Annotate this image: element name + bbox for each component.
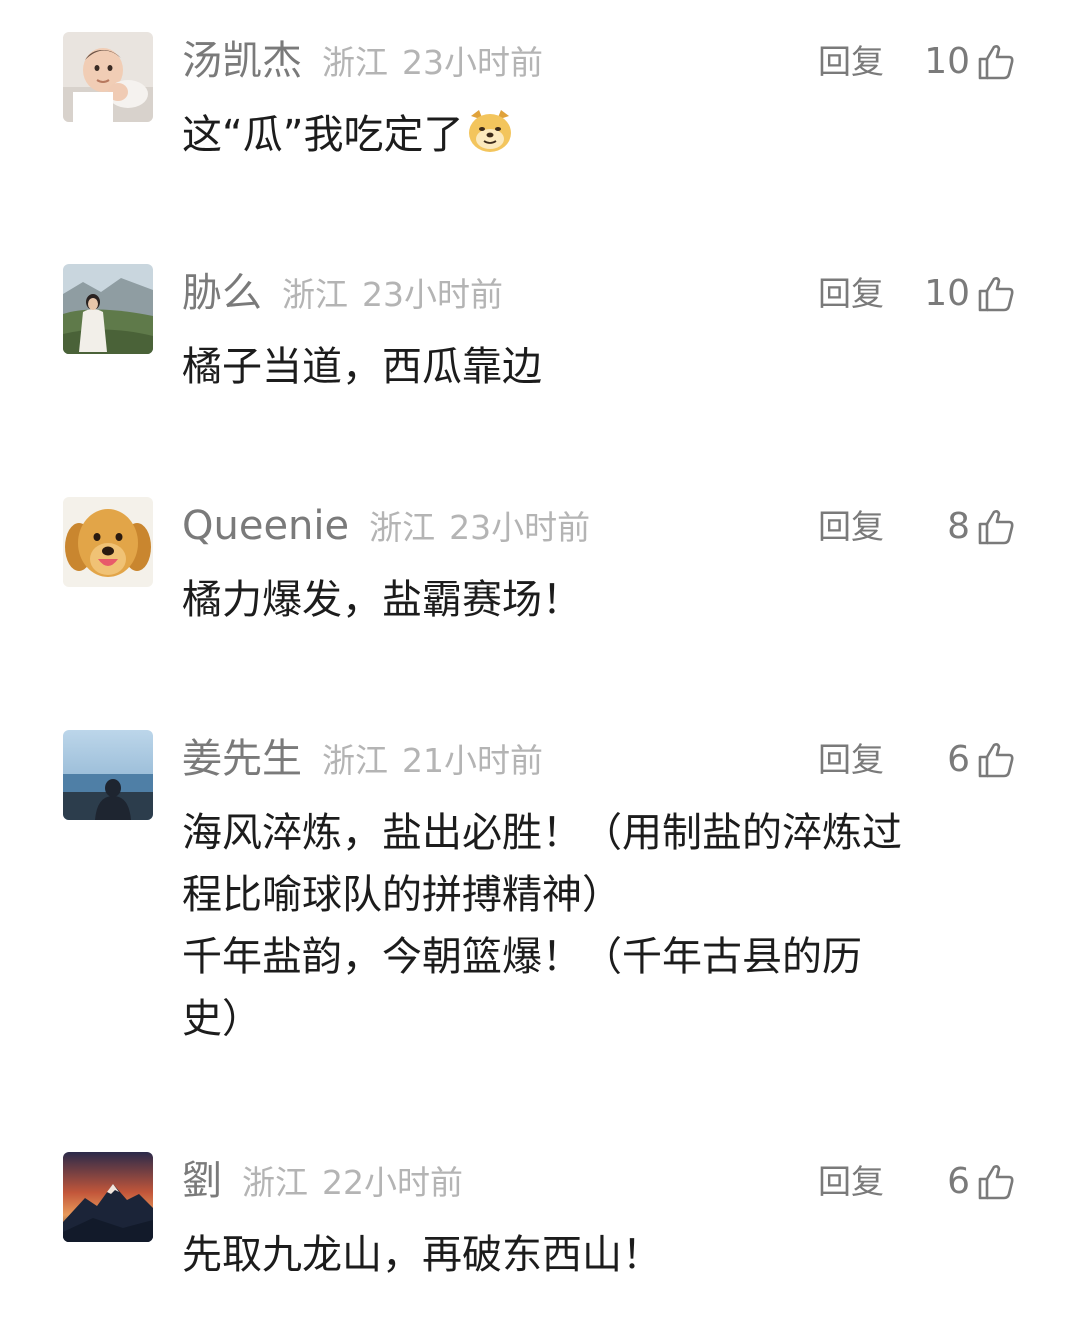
- golden-retriever-avatar: [63, 497, 153, 587]
- comment-text: 橘子当道，西瓜靠边: [182, 336, 1012, 398]
- username-text[interactable]: 劉: [182, 1158, 222, 1204]
- username[interactable]: Queenie 浙江 23小时前: [182, 501, 590, 553]
- thumbs-up-icon[interactable]: [976, 274, 1016, 314]
- thumbs-up-icon[interactable]: [976, 740, 1016, 780]
- username[interactable]: 胁么 浙江 23小时前: [182, 268, 503, 320]
- like-button[interactable]: 10: [924, 270, 1016, 318]
- reply-button[interactable]: 回复: [818, 272, 884, 316]
- like-button[interactable]: 8: [947, 503, 1016, 551]
- reply-button[interactable]: 回复: [818, 505, 884, 549]
- like-count: 8: [947, 506, 970, 547]
- girl-landscape-avatar: [63, 264, 153, 354]
- comment-line: 海风淬炼，盐出必胜！（用制盐的淬炼过: [182, 810, 902, 856]
- comment-text: 海风淬炼，盐出必胜！（用制盐的淬炼过 程比喻球队的拼搏精神） 千年盐韵，今朝篮爆…: [182, 802, 1012, 1050]
- timestamp-text: 23小时前: [362, 275, 503, 314]
- avatar[interactable]: [63, 32, 153, 122]
- like-count: 10: [924, 273, 970, 314]
- doge-emoji: [465, 108, 515, 172]
- avatar[interactable]: [63, 497, 153, 587]
- comment-line: 千年盐韵，今朝篮爆！（千年古县的历: [182, 934, 862, 980]
- comment-text: 这“瓜”我吃定了: [182, 104, 1012, 172]
- comment-text: 先取九龙山，再破东西山！: [182, 1224, 1012, 1286]
- like-button[interactable]: 6: [947, 736, 1016, 784]
- username[interactable]: 劉浙江 22小时前: [182, 1156, 463, 1208]
- comment-meta: 浙江 21小时前: [322, 741, 543, 780]
- comment-meta: 浙江 23小时前: [369, 508, 590, 547]
- comment-meta: 浙江 23小时前: [322, 43, 543, 82]
- like-count: 6: [947, 1161, 970, 1202]
- comment-line: 先取九龙山，再破东西山！: [182, 1232, 662, 1278]
- username[interactable]: 汤凯杰 浙江 23小时前: [182, 36, 543, 88]
- avatar[interactable]: [63, 1152, 153, 1242]
- comment-line: 这“瓜”我吃定了: [182, 112, 464, 158]
- thumbs-up-icon[interactable]: [976, 42, 1016, 82]
- location-text: 浙江: [282, 275, 348, 314]
- comment-meta: 浙江 22小时前: [242, 1163, 463, 1202]
- comment-meta: 浙江 23小时前: [282, 275, 503, 314]
- timestamp-text: 21小时前: [402, 741, 543, 780]
- username[interactable]: 姜先生 浙江 21小时前: [182, 734, 543, 786]
- thumbs-up-icon[interactable]: [976, 507, 1016, 547]
- username-text[interactable]: Queenie: [182, 503, 349, 549]
- comment-text: 橘力爆发，盐霸赛场！: [182, 569, 1012, 631]
- comment-line: 橘子当道，西瓜靠边: [182, 344, 542, 390]
- comment-line: 程比喻球队的拼搏精神）: [182, 872, 622, 918]
- thumbs-up-icon[interactable]: [976, 1162, 1016, 1202]
- avatar[interactable]: [63, 730, 153, 820]
- seaside-man-avatar: [63, 730, 153, 820]
- like-button[interactable]: 10: [924, 38, 1016, 86]
- location-text: 浙江: [322, 43, 388, 82]
- username-text[interactable]: 胁么: [182, 270, 262, 316]
- reply-button[interactable]: 回复: [818, 1160, 884, 1204]
- reply-button[interactable]: 回复: [818, 40, 884, 84]
- location-text: 浙江: [242, 1163, 308, 1202]
- reply-button[interactable]: 回复: [818, 738, 884, 782]
- mountain-sunset-avatar: [63, 1152, 153, 1242]
- avatar[interactable]: [63, 264, 153, 354]
- like-count: 6: [947, 739, 970, 780]
- comment-line: 橘力爆发，盐霸赛场！: [182, 577, 582, 623]
- location-text: 浙江: [369, 508, 436, 547]
- timestamp-text: 23小时前: [402, 43, 543, 82]
- like-button[interactable]: 6: [947, 1158, 1016, 1206]
- like-count: 10: [924, 41, 970, 82]
- username-text[interactable]: 汤凯杰: [182, 38, 302, 84]
- timestamp-text: 22小时前: [322, 1163, 463, 1202]
- comment-line: 史）: [182, 996, 262, 1042]
- location-text: 浙江: [322, 741, 388, 780]
- timestamp-text: 23小时前: [449, 508, 591, 547]
- username-text[interactable]: 姜先生: [182, 736, 302, 782]
- baby-photo-avatar: [63, 32, 153, 122]
